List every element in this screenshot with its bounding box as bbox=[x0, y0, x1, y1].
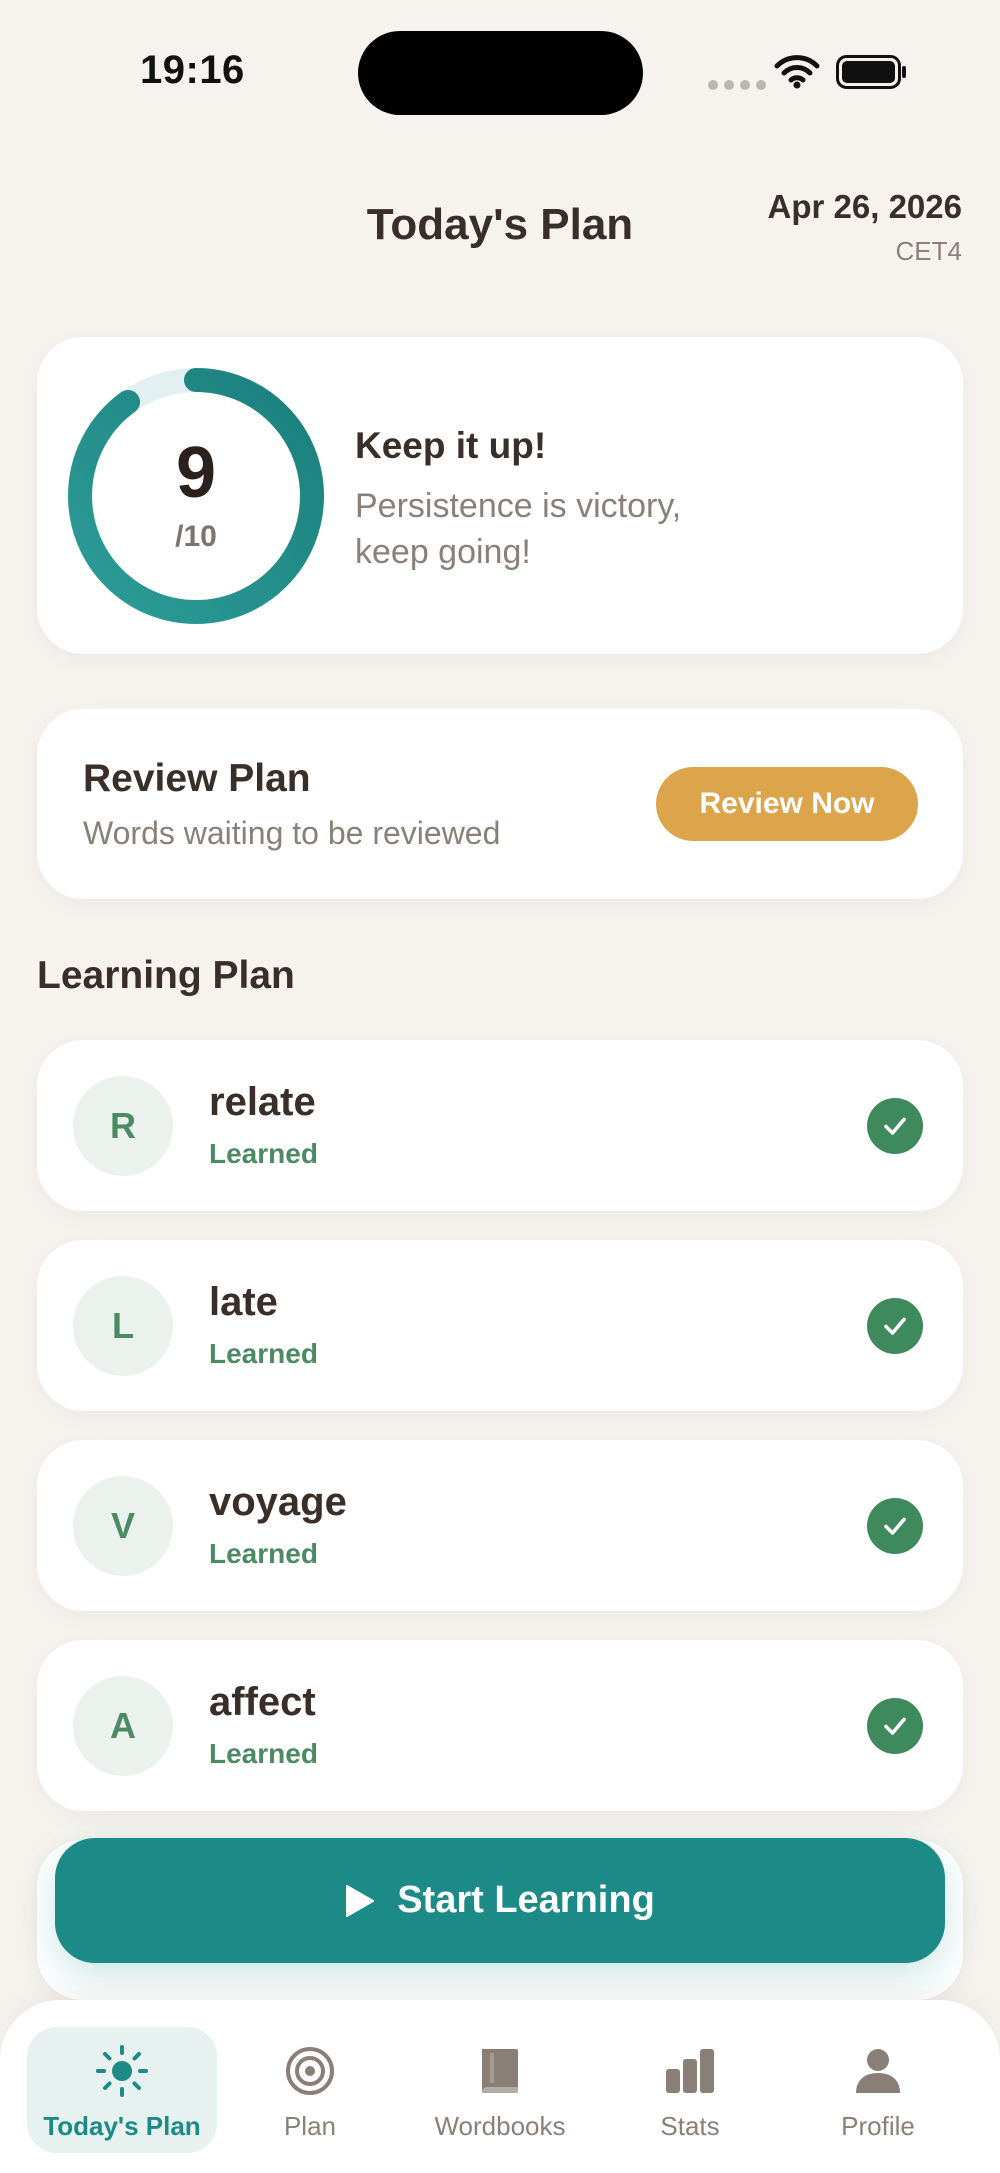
word-status: Learned bbox=[209, 1738, 318, 1769]
battery-icon bbox=[836, 55, 906, 89]
start-learning-button[interactable]: Start Learning bbox=[55, 1838, 945, 1963]
word-initial-avatar: V bbox=[73, 1476, 173, 1576]
learning-plan-heading: Learning Plan bbox=[37, 954, 295, 997]
tab-label: Wordbooks bbox=[434, 2111, 566, 2141]
status-bar: 19:16 bbox=[0, 0, 1000, 140]
check-circle-icon bbox=[867, 1698, 923, 1754]
current-wordbook-label: CET4 bbox=[895, 236, 962, 266]
tab-label: Profile bbox=[841, 2111, 915, 2141]
word-row[interactable]: V voyage Learned bbox=[37, 1440, 963, 1611]
review-plan-title: Review Plan bbox=[83, 757, 311, 800]
word-status: Learned bbox=[209, 1138, 318, 1169]
tab-bar: Today's Plan Plan Wordbooks Stats Profil… bbox=[0, 2000, 1000, 2173]
tab-label: Plan bbox=[283, 2111, 337, 2141]
daily-progress-card: 9 /10 Keep it up! Persistence is victory… bbox=[37, 337, 963, 654]
target-icon bbox=[286, 2047, 334, 2095]
check-circle-icon bbox=[867, 1298, 923, 1354]
header-date: Apr 26, 2026 bbox=[767, 188, 962, 225]
review-now-button[interactable]: Review Now bbox=[656, 767, 918, 841]
word-initial-avatar: R bbox=[73, 1076, 173, 1176]
tab-todays-plan[interactable]: Today's Plan bbox=[27, 2027, 217, 2153]
tab-wordbooks[interactable]: Wordbooks bbox=[420, 2027, 580, 2153]
review-plan-card: Review Plan Words waiting to be reviewed… bbox=[37, 709, 963, 899]
play-icon bbox=[346, 1884, 375, 1917]
word-initial-avatar: L bbox=[73, 1276, 173, 1376]
word-text: affect bbox=[209, 1680, 316, 1724]
encouragement-subtitle: Persistence is victory, keep going! bbox=[355, 487, 682, 571]
bar-chart-icon bbox=[666, 2049, 714, 2093]
word-status: Learned bbox=[209, 1338, 318, 1369]
dynamic-island bbox=[358, 31, 643, 115]
check-circle-icon bbox=[867, 1498, 923, 1554]
learned-count: 9 bbox=[175, 433, 217, 513]
word-initial-avatar: A bbox=[73, 1676, 173, 1776]
sun-icon bbox=[96, 2045, 148, 2097]
word-text: voyage bbox=[209, 1480, 347, 1524]
total-count: /10 bbox=[175, 520, 217, 553]
word-row[interactable]: R relate Learned bbox=[37, 1040, 963, 1211]
review-plan-subtitle: Words waiting to be reviewed bbox=[83, 815, 501, 851]
encouragement-title: Keep it up! bbox=[355, 425, 547, 466]
word-text: late bbox=[209, 1280, 278, 1324]
start-learning-label: Start Learning bbox=[397, 1879, 655, 1921]
cellular-signal-icon bbox=[708, 80, 766, 90]
word-text: relate bbox=[209, 1080, 316, 1124]
status-time: 19:16 bbox=[140, 48, 245, 92]
word-row[interactable]: A affect Learned bbox=[37, 1640, 963, 1811]
tab-plan[interactable]: Plan bbox=[240, 2027, 380, 2153]
word-row[interactable]: L late Learned bbox=[37, 1240, 963, 1411]
word-status: Learned bbox=[209, 1538, 318, 1569]
book-icon bbox=[482, 2049, 518, 2093]
check-circle-icon bbox=[867, 1098, 923, 1154]
wifi-icon bbox=[774, 55, 820, 89]
tab-profile[interactable]: Profile bbox=[808, 2027, 948, 2153]
tab-label: Stats bbox=[660, 2111, 720, 2141]
person-icon bbox=[856, 2049, 900, 2093]
tab-label: Today's Plan bbox=[43, 2111, 201, 2141]
tab-stats[interactable]: Stats bbox=[620, 2027, 760, 2153]
